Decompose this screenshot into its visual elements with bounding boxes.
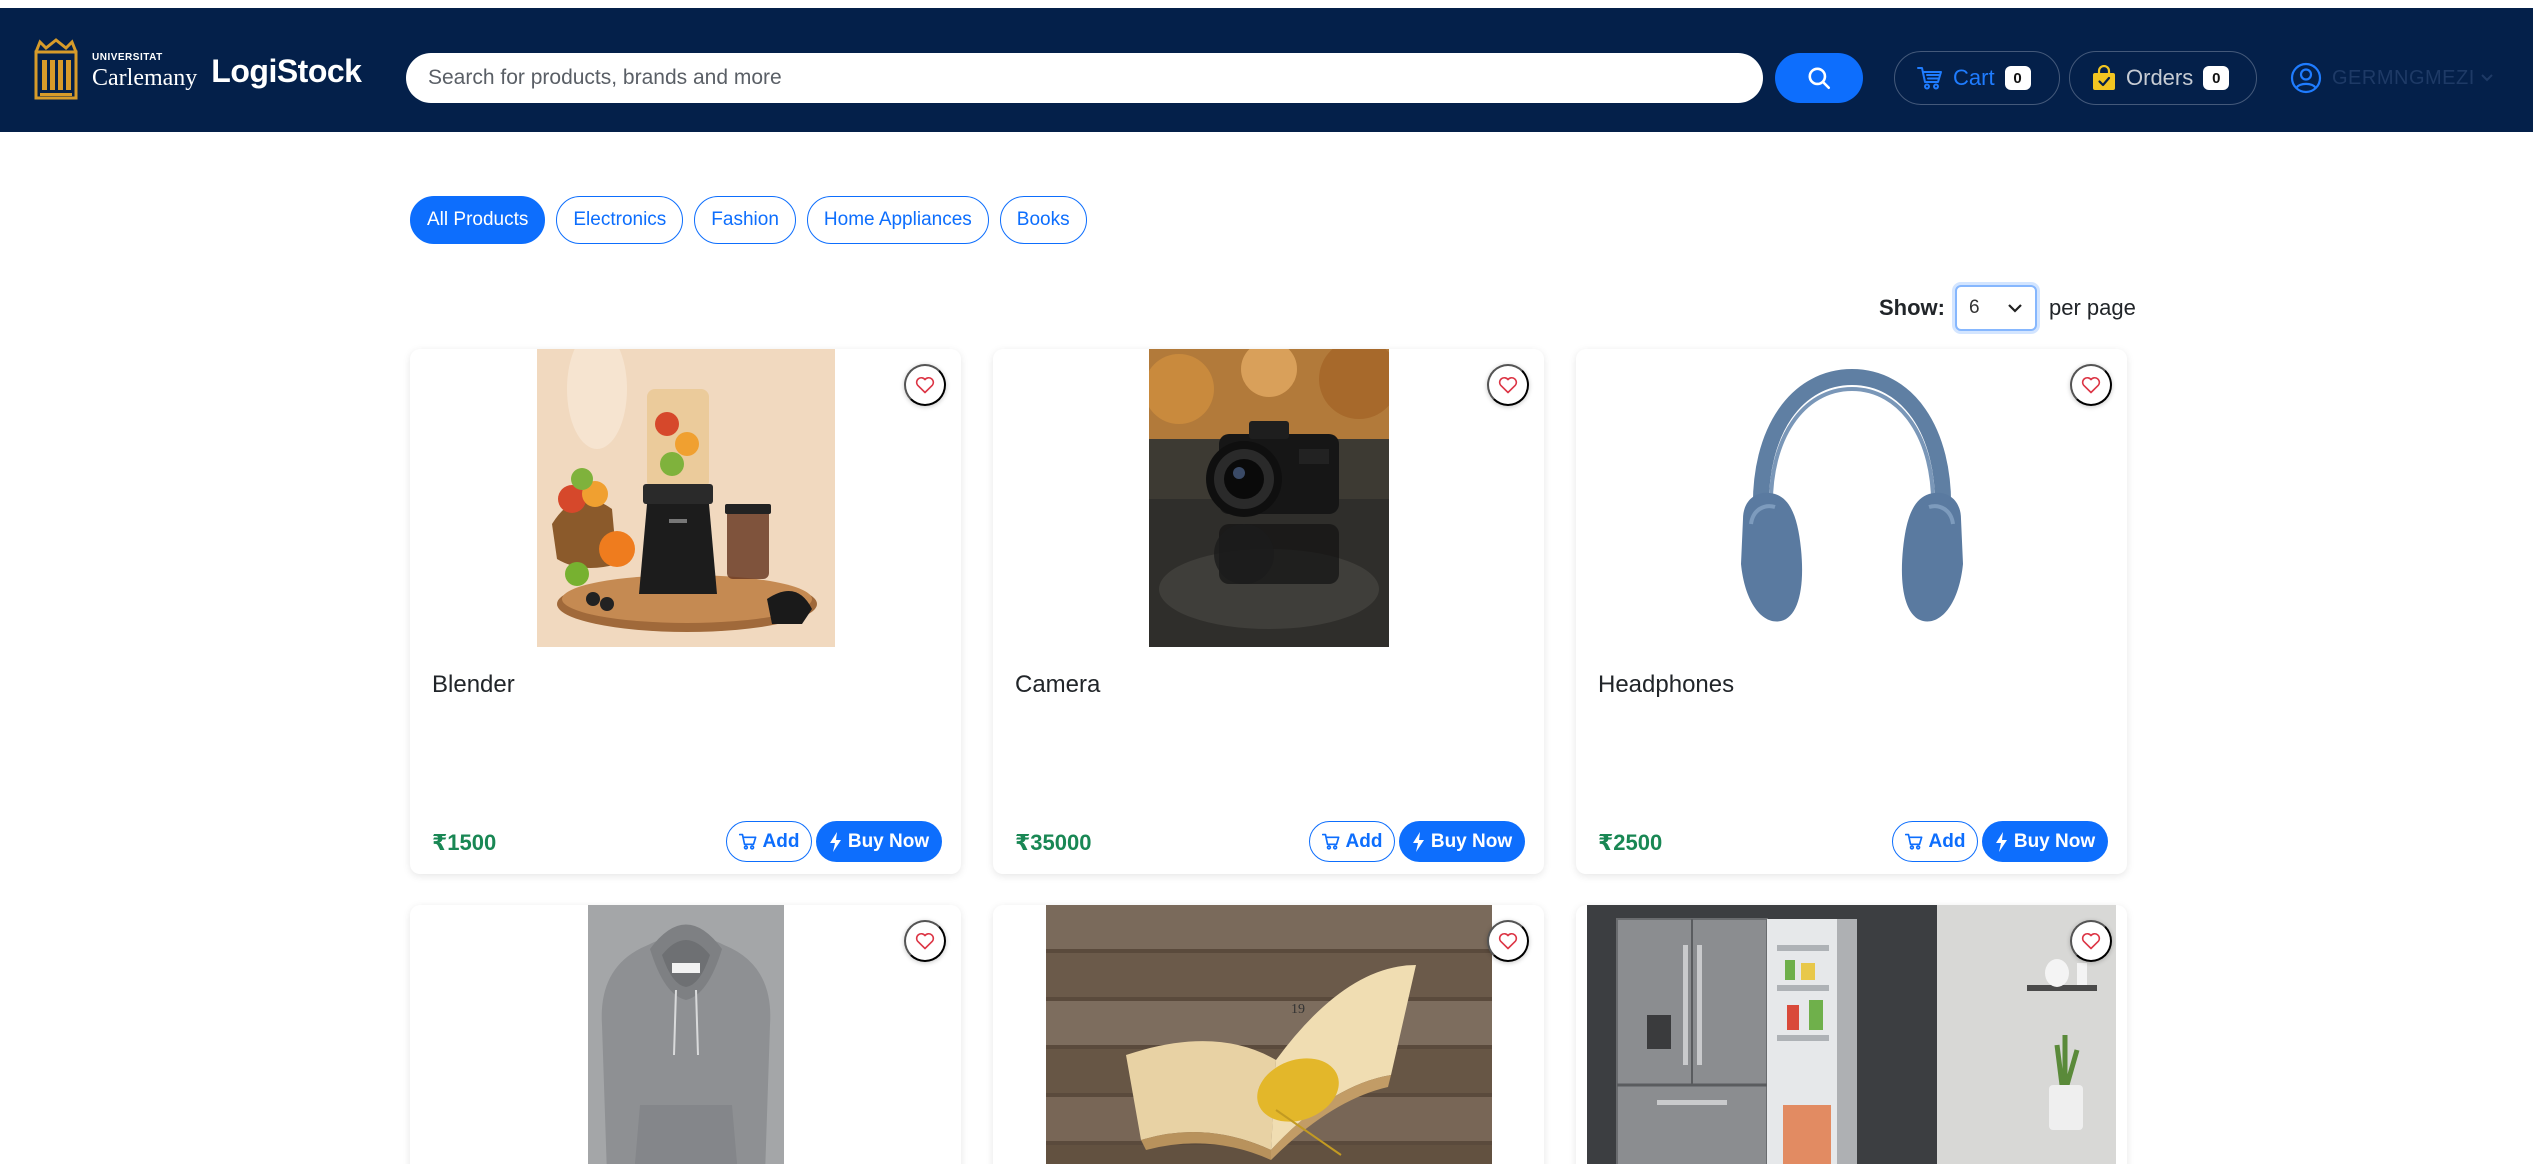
per-page-select[interactable]: 6 — [1955, 285, 2037, 331]
show-label: Show: — [1879, 295, 1945, 320]
product-price: ₹35000 — [1015, 830, 1092, 855]
lightning-icon — [1995, 831, 2007, 852]
search-icon — [1808, 67, 1831, 90]
category-books[interactable]: Books — [999, 196, 1087, 244]
blender-image[interactable] — [536, 349, 835, 647]
category-home-appliances[interactable]: Home Appliances — [806, 196, 989, 244]
category-fashion[interactable]: Fashion — [694, 196, 796, 244]
cart-icon — [1917, 67, 1942, 90]
product-image-area — [993, 349, 1544, 649]
wishlist-button[interactable] — [1487, 364, 1529, 406]
product-image-area — [410, 905, 961, 1164]
buy-now-button[interactable]: Buy Now — [1399, 821, 1525, 862]
svg-text:19: 19 — [1291, 1002, 1305, 1017]
chevron-down-icon — [2481, 74, 2493, 82]
per-page-control: Show: 6 per page — [1879, 285, 2136, 331]
headphones-image[interactable] — [1702, 349, 2001, 647]
cart-icon — [738, 833, 756, 850]
product-name[interactable]: Camera — [1015, 671, 1100, 699]
add-label: Add — [1928, 830, 1966, 852]
orders-label: Orders — [2126, 65, 2194, 90]
wishlist-button[interactable] — [904, 920, 946, 962]
cart-count-badge: 0 — [2004, 66, 2031, 90]
per-page-value: 6 — [1969, 297, 1980, 318]
shopping-bag-icon — [2093, 65, 2115, 90]
category-all-products[interactable]: All Products — [410, 196, 546, 244]
product-price: ₹2500 — [1598, 830, 1663, 855]
product-card: Camera ₹35000 Add Buy Now — [993, 349, 1544, 874]
orders-count-badge: 0 — [2203, 66, 2230, 90]
cart-icon — [1321, 833, 1339, 850]
product-card: Blender ₹1500 Add Buy Now — [410, 349, 961, 874]
per-page-label: per page — [2049, 295, 2136, 320]
orders-button[interactable]: Orders 0 — [2069, 51, 2257, 105]
product-card — [1576, 905, 2127, 1164]
cart-label: Cart — [1953, 65, 1995, 90]
book-image[interactable]: 19 — [1045, 905, 1492, 1164]
add-to-cart-button[interactable]: Add — [1892, 821, 1978, 862]
cart-icon — [1904, 833, 1922, 850]
lightning-icon — [829, 831, 841, 852]
university-wordmark: UNIVERSITAT Carlemany — [92, 51, 198, 91]
product-image-area — [1576, 905, 2127, 1164]
product-image-area — [1576, 349, 2127, 649]
heart-icon — [915, 376, 935, 394]
chevron-down-icon — [2008, 304, 2022, 313]
wishlist-button[interactable] — [904, 364, 946, 406]
buy-now-button[interactable]: Buy Now — [1982, 821, 2108, 862]
university-name: Carlemany — [92, 64, 198, 91]
category-electronics[interactable]: Electronics — [556, 196, 684, 244]
user-avatar-icon — [2290, 62, 2322, 94]
product-image-area — [410, 349, 961, 649]
wishlist-button[interactable] — [1487, 920, 1529, 962]
heart-icon — [2081, 932, 2101, 950]
product-name[interactable]: Headphones — [1598, 671, 1734, 699]
refrigerator-image[interactable] — [1587, 905, 2116, 1164]
university-logo — [34, 38, 78, 100]
add-label: Add — [1345, 830, 1383, 852]
camera-image[interactable] — [1148, 349, 1389, 647]
brand-name: LogiStock — [211, 52, 362, 89]
heart-icon — [2081, 376, 2101, 394]
wishlist-button[interactable] — [2070, 364, 2112, 406]
heart-icon — [1498, 376, 1518, 394]
product-image-area: 19 — [993, 905, 1544, 1164]
product-name[interactable]: Blender — [432, 671, 515, 699]
add-to-cart-button[interactable]: Add — [726, 821, 812, 862]
add-label: Add — [762, 830, 800, 852]
university-small-text: UNIVERSITAT — [92, 51, 163, 63]
product-card: Headphones ₹2500 Add Buy Now — [1576, 349, 2127, 874]
hoodie-image[interactable] — [587, 905, 784, 1164]
add-to-cart-button[interactable]: Add — [1309, 821, 1395, 862]
category-filters: All Products Electronics Fashion Home Ap… — [410, 196, 1087, 244]
buy-now-label: Buy Now — [2013, 830, 2096, 852]
top-strip — [0, 0, 2533, 8]
buy-now-label: Buy Now — [1430, 830, 1513, 852]
heart-icon — [1498, 932, 1518, 950]
search-input[interactable] — [406, 53, 1763, 103]
buy-now-label: Buy Now — [847, 830, 930, 852]
user-menu[interactable]: GERMNGMEZI — [2290, 58, 2493, 98]
buy-now-button[interactable]: Buy Now — [816, 821, 942, 862]
product-card — [410, 905, 961, 1164]
product-price: ₹1500 — [432, 830, 497, 855]
search-button[interactable] — [1775, 53, 1863, 103]
heart-icon — [915, 932, 935, 950]
lightning-icon — [1412, 831, 1424, 852]
navbar: UNIVERSITAT Carlemany LogiStock Cart 0 O… — [0, 8, 2533, 132]
cart-button[interactable]: Cart 0 — [1894, 51, 2060, 105]
username: GERMNGMEZI — [2332, 66, 2475, 89]
brand[interactable]: UNIVERSITAT Carlemany LogiStock — [30, 36, 362, 106]
product-card: 19 — [993, 905, 1544, 1164]
wishlist-button[interactable] — [2070, 920, 2112, 962]
